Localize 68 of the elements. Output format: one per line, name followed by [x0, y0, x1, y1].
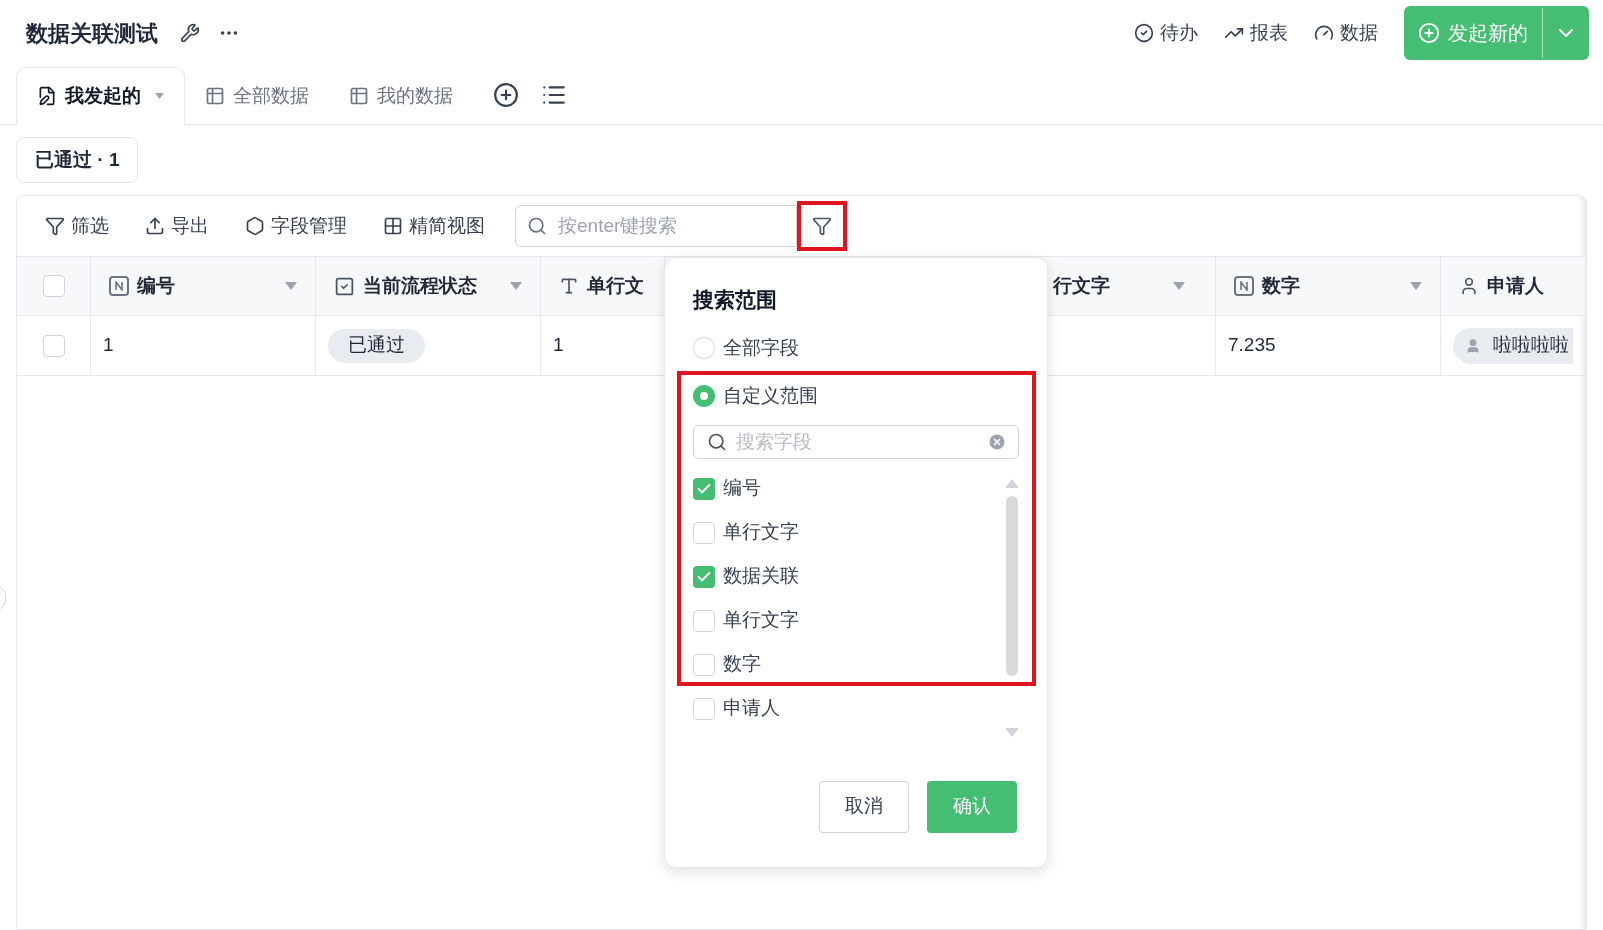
table-cell-text: 1	[553, 333, 564, 358]
toolbar-button[interactable]: 筛选	[45, 211, 109, 241]
checkbox[interactable]	[693, 609, 715, 632]
header-action[interactable]: 报表	[1224, 18, 1288, 48]
cancel-button[interactable]: 取消	[819, 780, 909, 833]
checkbox[interactable]	[693, 653, 715, 676]
view-tab[interactable]: 全部数据	[185, 67, 329, 125]
person-chip: 啦啦啦啦	[1453, 327, 1573, 364]
text-field-icon	[559, 276, 579, 296]
settings-icon[interactable]	[180, 23, 200, 43]
plus-circle-icon	[1418, 22, 1440, 44]
filter-icon	[45, 216, 65, 236]
table-icon	[349, 86, 369, 106]
toolbar-button[interactable]: 导出	[145, 211, 209, 241]
scrollbar-thumb[interactable]	[1006, 495, 1018, 676]
field-label: 数据关联	[723, 564, 799, 589]
field-label: 编号	[723, 476, 761, 501]
header-action[interactable]: 待办	[1134, 18, 1198, 48]
app-title: 数据关联测试	[26, 19, 158, 48]
scroll-up-icon[interactable]	[1005, 478, 1019, 488]
checkbox[interactable]	[42, 334, 65, 357]
popup-title: 搜索范围	[693, 287, 778, 313]
column-header[interactable]: 编号	[91, 257, 316, 315]
checkbox-field-icon	[334, 275, 355, 297]
search-icon	[527, 216, 547, 236]
table-cell-text: 1	[103, 333, 114, 358]
toolbar-button[interactable]: 字段管理	[245, 211, 347, 241]
gauge-icon	[1314, 23, 1334, 43]
view-tab[interactable]: 我的数据	[329, 67, 473, 125]
table-icon	[205, 86, 225, 106]
hexagon-icon	[245, 216, 265, 236]
search-icon	[707, 431, 727, 452]
field-label: 申请人	[723, 696, 780, 721]
scope-radio[interactable]: 全部字段	[693, 333, 1019, 362]
checkbox[interactable]	[693, 697, 715, 720]
header-action[interactable]: 数据	[1314, 18, 1378, 48]
avatar-icon	[1465, 337, 1481, 354]
checkbox[interactable]	[693, 521, 715, 544]
table-cell-text: 7.235	[1228, 333, 1276, 358]
checkbox[interactable]	[693, 477, 715, 500]
field-label: 数字	[723, 652, 761, 677]
checkbox[interactable]	[42, 275, 65, 297]
number-field-icon	[1234, 276, 1254, 296]
field-label: 单行文字	[723, 520, 799, 545]
filter-button[interactable]	[797, 201, 847, 251]
grid-icon	[383, 216, 403, 236]
field-label: 单行文字	[723, 608, 799, 633]
filter-icon	[812, 216, 832, 236]
caret-icon	[155, 93, 164, 99]
toolbar-button[interactable]: 精简视图	[383, 211, 485, 241]
status-tag: 已通过	[328, 328, 425, 363]
column-header[interactable]: 当前流程状态	[316, 257, 541, 315]
column-header[interactable]: 申请人	[1441, 257, 1586, 315]
status-chip[interactable]: 已通过 · 1	[16, 137, 139, 183]
check-circle-icon	[1134, 23, 1154, 43]
scroll-down-icon[interactable]	[1005, 727, 1019, 737]
upload-icon	[145, 216, 165, 236]
scope-radio[interactable]: 自定义范围	[693, 382, 1019, 411]
field-search[interactable]: 搜索字段	[693, 424, 1019, 459]
person-icon	[1459, 276, 1479, 296]
clear-icon[interactable]	[987, 431, 1007, 452]
view-tab[interactable]: 我发起的	[16, 67, 185, 125]
column-header[interactable]: 数字	[1216, 257, 1441, 315]
form-icon	[37, 86, 57, 106]
search-field[interactable]: 按enter键搜索	[515, 205, 797, 247]
add-view-icon[interactable]	[493, 82, 519, 108]
number-field-icon	[109, 276, 129, 296]
checkbox[interactable]	[693, 565, 715, 588]
